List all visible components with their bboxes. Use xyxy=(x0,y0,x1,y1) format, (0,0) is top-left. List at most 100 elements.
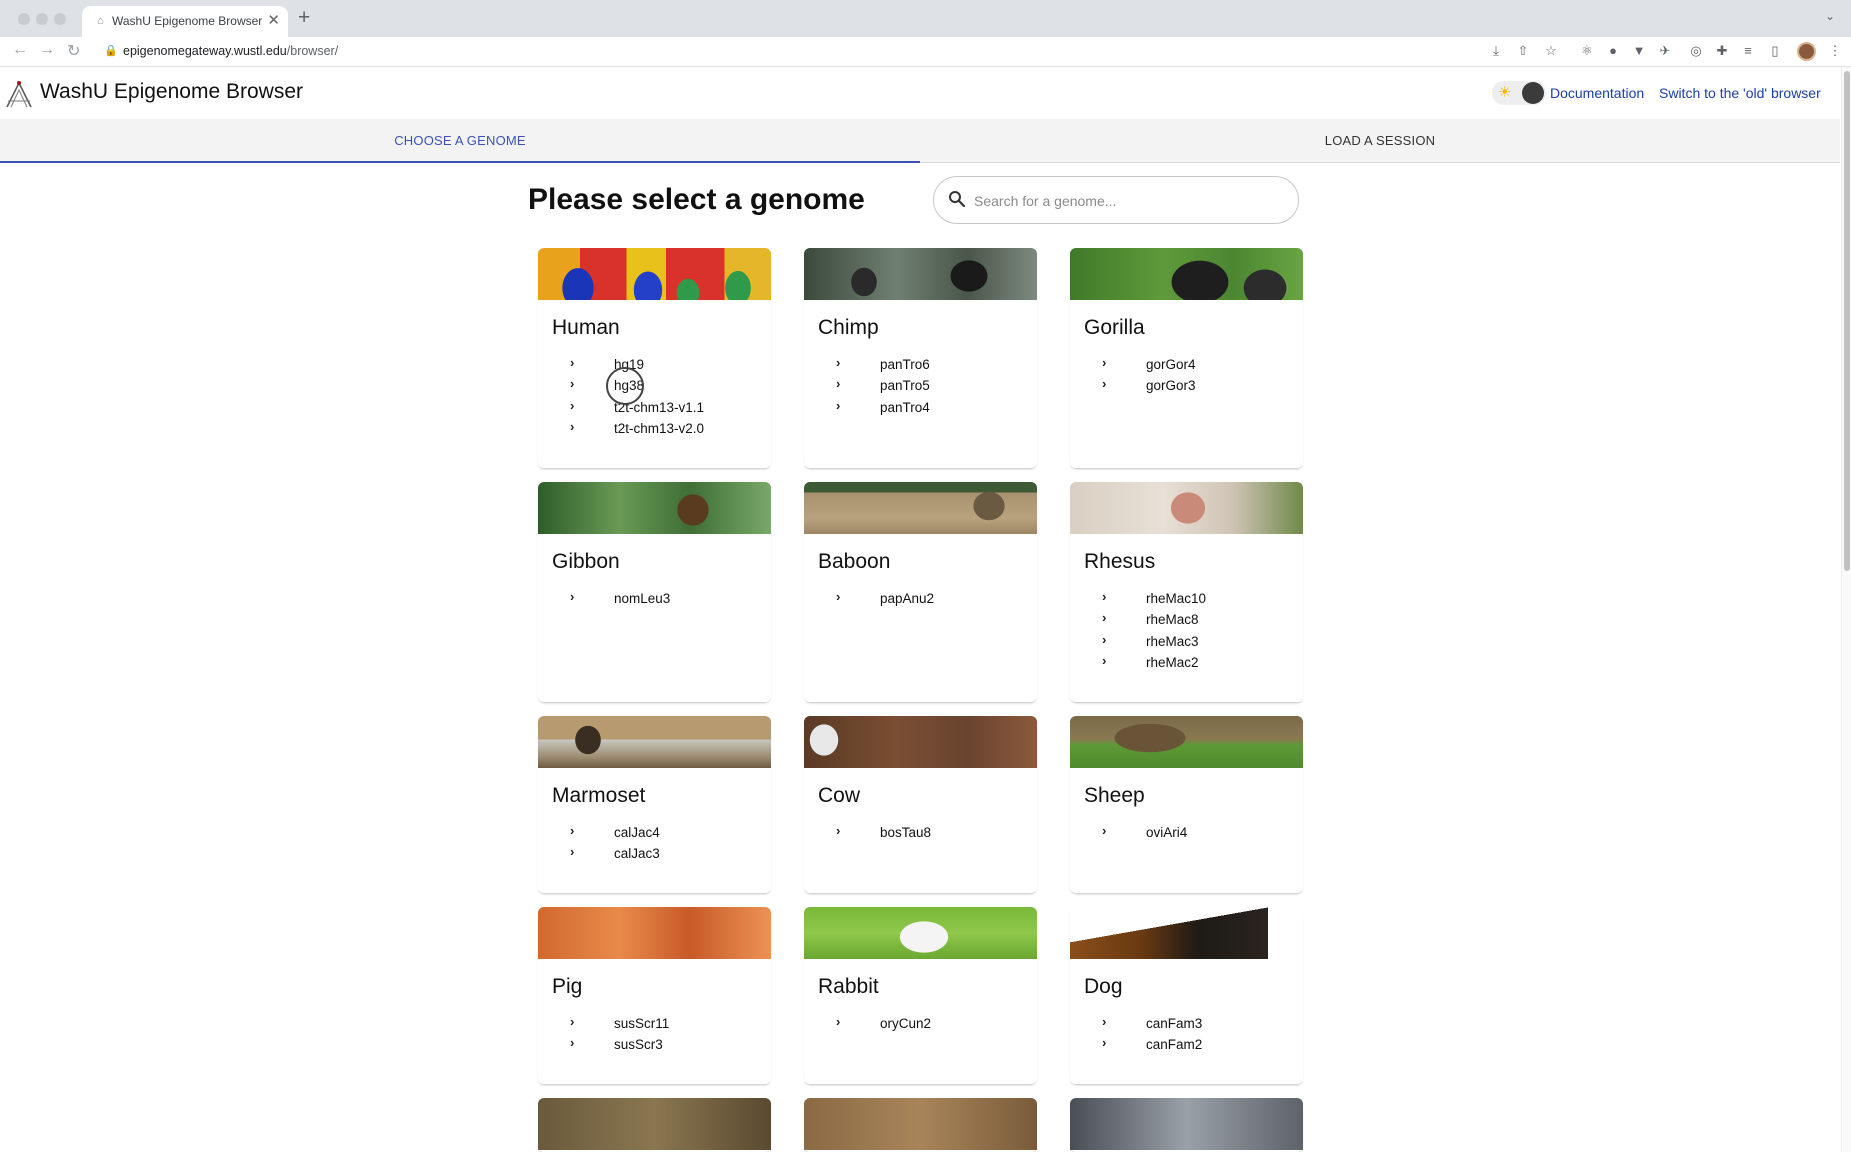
theme-toggle-knob xyxy=(1522,82,1544,104)
chevron-right-icon: › xyxy=(570,1014,575,1029)
browser-toolbar: ← → ↻ 🔒 epigenomegateway.wustl.edu/brows… xyxy=(0,37,1851,67)
assembly-item-oviari4[interactable]: › oviAri4 xyxy=(1070,822,1303,843)
assembly-item-canfam2[interactable]: › canFam2 xyxy=(1070,1034,1303,1055)
genome-card-chimp: Chimp › panTro6 › panTro5 › panTro4 xyxy=(804,248,1037,468)
extension-circle-icon[interactable]: ◎ xyxy=(1688,43,1704,59)
assembly-item-susscr3[interactable]: › susScr3 xyxy=(538,1034,771,1055)
assembly-item-rhemac2[interactable]: › rheMac2 xyxy=(1070,652,1303,673)
favicon-icon: ⌂ xyxy=(97,15,104,27)
assembly-item-rhemac3[interactable]: › rheMac3 xyxy=(1070,631,1303,652)
scrollbar-thumb[interactable] xyxy=(1844,71,1850,571)
forward-button[interactable]: → xyxy=(39,41,55,59)
assembly-item-papanu2[interactable]: › papAnu2 xyxy=(804,588,1037,609)
theme-toggle[interactable]: ☀ xyxy=(1492,81,1546,105)
chevron-right-icon: › xyxy=(570,419,575,434)
app-tabs: Choose a genome Load a session xyxy=(0,119,1840,163)
window-minimize-button[interactable] xyxy=(36,13,48,25)
install-app-icon[interactable]: ⤓ xyxy=(1488,43,1504,59)
documentation-link[interactable]: Documentation xyxy=(1550,85,1644,101)
new-tab-button[interactable]: + xyxy=(298,6,310,30)
chevron-right-icon: › xyxy=(836,355,841,370)
genome-name: Dog xyxy=(1084,975,1123,998)
extension-vue-icon[interactable]: ▼ xyxy=(1631,43,1647,59)
assembly-item-t2t-chm13-v1-1[interactable]: › t2t-chm13-v1.1 xyxy=(538,397,771,418)
genome-name: Human xyxy=(552,316,620,339)
assembly-item-nomleu3[interactable]: › nomLeu3 xyxy=(538,588,771,609)
assembly-item-gorgor3[interactable]: › gorGor3 xyxy=(1070,375,1303,396)
assembly-item-gorgor4[interactable]: › gorGor4 xyxy=(1070,354,1303,375)
chevron-right-icon: › xyxy=(836,398,841,413)
marmoset-image xyxy=(538,716,771,768)
genome-name: Cow xyxy=(818,784,861,807)
reading-list-icon[interactable]: ≡ xyxy=(1740,43,1756,59)
assembly-item-canfam3[interactable]: › canFam3 xyxy=(1070,1013,1303,1034)
chevron-right-icon: › xyxy=(570,1035,575,1050)
assembly-item-caljac3[interactable]: › calJac3 xyxy=(538,843,771,864)
genome-name: Sheep xyxy=(1084,784,1145,807)
cow-image xyxy=(804,716,1037,768)
genome-card-partial xyxy=(804,1098,1037,1152)
assembly-item-pantro4[interactable]: › panTro4 xyxy=(804,397,1037,418)
chevron-right-icon: › xyxy=(1102,1035,1107,1050)
assembly-item-hg38[interactable]: › hg38 xyxy=(538,375,771,396)
chevron-right-icon: › xyxy=(570,398,575,413)
app-header: WashU Epigenome Browser ☀ Documentation … xyxy=(0,67,1840,119)
genome-name: Gorilla xyxy=(1084,316,1145,339)
app-title: WashU Epigenome Browser xyxy=(40,80,303,103)
washu-logo-icon[interactable] xyxy=(4,79,34,109)
back-button[interactable]: ← xyxy=(12,41,28,59)
window-zoom-button[interactable] xyxy=(54,13,66,25)
chevron-right-icon: › xyxy=(1102,1014,1107,1029)
chimp-image xyxy=(804,248,1037,300)
genome-card-dog: Dog › canFam3 › canFam2 xyxy=(1070,907,1303,1084)
browser-tabstrip: ⌂ WashU Epigenome Browser ✕ + ⌄ xyxy=(0,0,1851,37)
address-bar[interactable]: epigenomegateway.wustl.edu/browser/ xyxy=(123,44,338,58)
browser-tab-title: WashU Epigenome Browser xyxy=(112,14,263,28)
rodent-image xyxy=(804,1098,1037,1150)
genome-card-rabbit: Rabbit › oryCun2 xyxy=(804,907,1037,1084)
genome-search[interactable] xyxy=(933,176,1299,224)
side-panel-icon[interactable]: ▯ xyxy=(1767,43,1783,59)
extension-green-icon[interactable]: ● xyxy=(1605,43,1621,59)
share-icon[interactable]: ⇧ xyxy=(1515,43,1531,59)
genome-name: Rhesus xyxy=(1084,550,1156,573)
browser-menu-icon[interactable]: ⋮ xyxy=(1827,43,1843,59)
genome-name: Chimp xyxy=(818,316,879,339)
assembly-item-hg19[interactable]: › hg19 xyxy=(538,354,771,375)
assembly-item-pantro6[interactable]: › panTro6 xyxy=(804,354,1037,375)
bookmark-star-icon[interactable]: ☆ xyxy=(1543,43,1559,59)
window-close-button[interactable] xyxy=(18,13,30,25)
extension-bird-icon[interactable]: ✈ xyxy=(1657,43,1673,59)
genome-name: Marmoset xyxy=(552,784,646,807)
close-tab-icon[interactable]: ✕ xyxy=(267,11,280,29)
tab-choose-genome[interactable]: Choose a genome xyxy=(0,119,920,163)
assembly-item-rhemac10[interactable]: › rheMac10 xyxy=(1070,588,1303,609)
browser-tab[interactable]: ⌂ WashU Epigenome Browser ✕ xyxy=(82,6,288,37)
genome-card-human: Human › hg19 › hg38 › t2t-chm13-v1.1 › t2t-c… xyxy=(538,248,771,468)
chevron-right-icon: › xyxy=(570,589,575,604)
assembly-item-bostau8[interactable]: › bosTau8 xyxy=(804,822,1037,843)
tab-load-session[interactable]: Load a session xyxy=(920,119,1840,163)
mouse-image xyxy=(1070,1098,1303,1150)
assembly-item-caljac4[interactable]: › calJac4 xyxy=(538,822,771,843)
lock-icon[interactable]: 🔒 xyxy=(104,44,118,57)
assembly-item-rhemac8[interactable]: › rheMac8 xyxy=(1070,609,1303,630)
genome-name: Gibbon xyxy=(552,550,620,573)
page-scrollbar[interactable] xyxy=(1841,67,1851,1152)
reload-button[interactable]: ↻ xyxy=(67,41,80,61)
tab-search-chevron-icon[interactable]: ⌄ xyxy=(1825,9,1835,23)
assembly-item-t2t-chm13-v2-0[interactable]: › t2t-chm13-v2.0 xyxy=(538,418,771,439)
chevron-right-icon: › xyxy=(1102,376,1107,391)
chevron-right-icon: › xyxy=(836,1014,841,1029)
assembly-item-orycun2[interactable]: › oryCun2 xyxy=(804,1013,1037,1034)
sheep-image xyxy=(1070,716,1303,768)
assembly-item-pantro5[interactable]: › panTro5 xyxy=(804,375,1037,396)
profile-avatar[interactable] xyxy=(1797,42,1816,61)
search-input[interactable] xyxy=(974,189,1274,213)
assembly-item-susscr11[interactable]: › susScr11 xyxy=(538,1013,771,1034)
url-host: epigenomegateway.wustl.edu xyxy=(123,44,287,58)
old-browser-link[interactable]: Switch to the 'old' browser xyxy=(1659,85,1821,101)
extension-react-icon[interactable]: ⚛ xyxy=(1579,43,1595,59)
extensions-puzzle-icon[interactable]: ✚ xyxy=(1714,43,1730,59)
chevron-right-icon: › xyxy=(570,844,575,859)
